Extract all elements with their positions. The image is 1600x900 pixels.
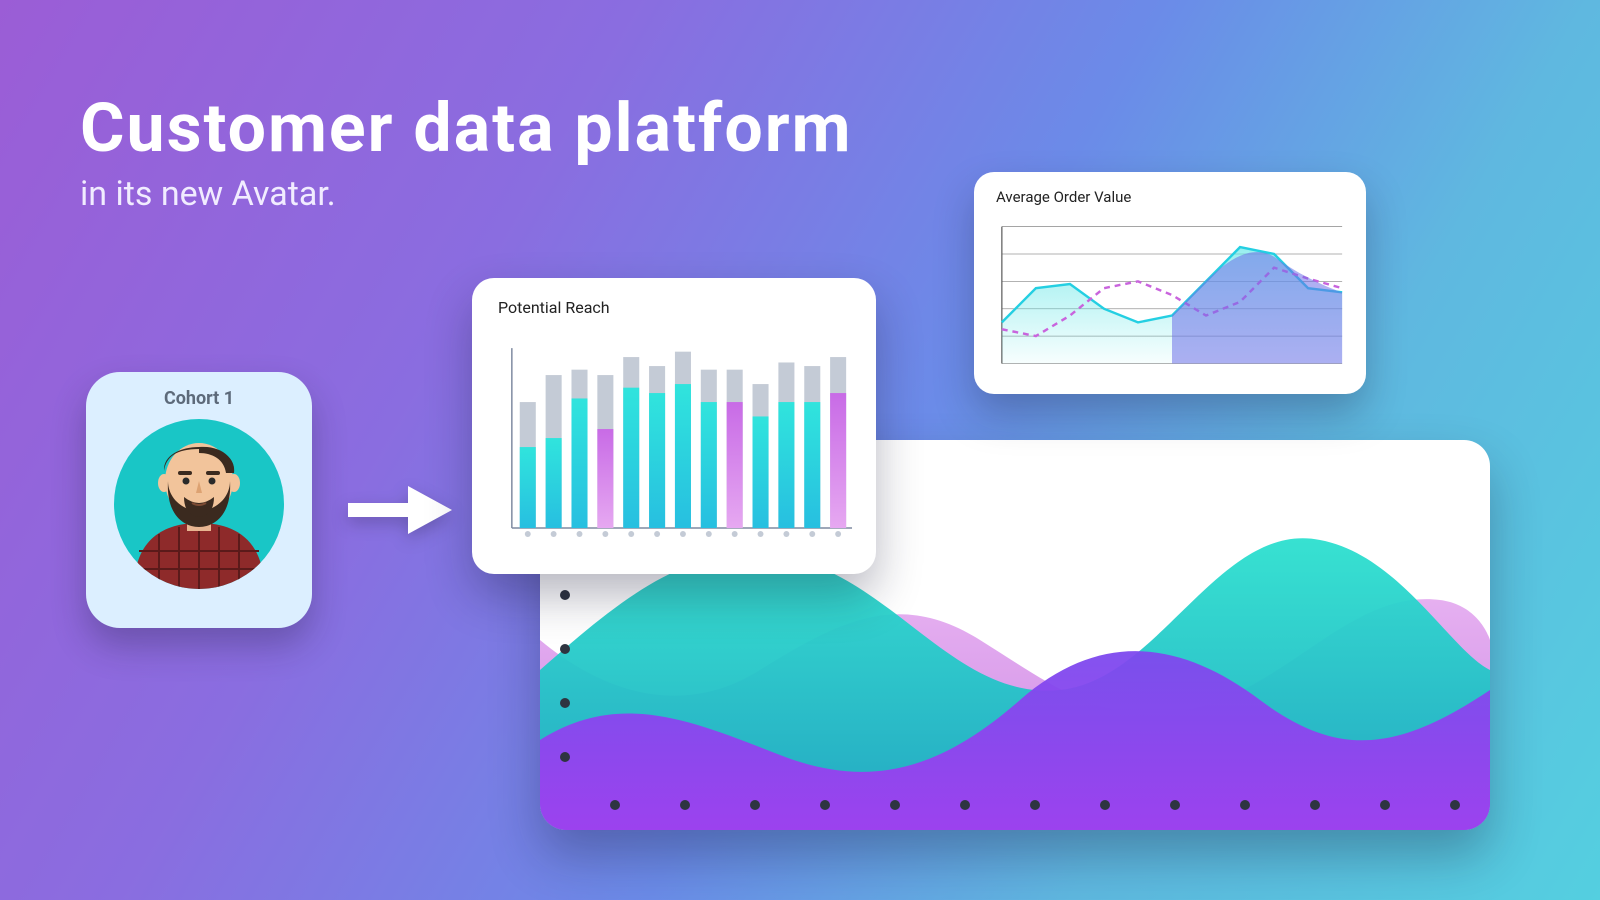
headline-block: Customer data platform in its new Avatar… <box>80 88 853 214</box>
cohort-card: Cohort 1 <box>86 372 312 628</box>
potential-reach-card: Potential Reach <box>472 278 876 574</box>
aov-title: Average Order Value <box>996 188 1131 206</box>
cohort-label: Cohort 1 <box>164 388 234 409</box>
avatar <box>114 419 284 589</box>
headline-subtitle: in its new Avatar. <box>80 174 853 214</box>
y-axis-ticks <box>560 590 570 762</box>
headline-title: Customer data platform <box>80 88 853 168</box>
aov-card: Average Order Value <box>974 172 1366 394</box>
potential-reach-chart <box>498 338 854 548</box>
arrow-right-icon <box>348 486 452 534</box>
x-axis-ticks <box>610 800 1460 810</box>
potential-reach-title: Potential Reach <box>498 298 610 317</box>
marketing-banner: Customer data platform in its new Avatar… <box>0 0 1600 900</box>
aov-chart <box>996 218 1348 374</box>
